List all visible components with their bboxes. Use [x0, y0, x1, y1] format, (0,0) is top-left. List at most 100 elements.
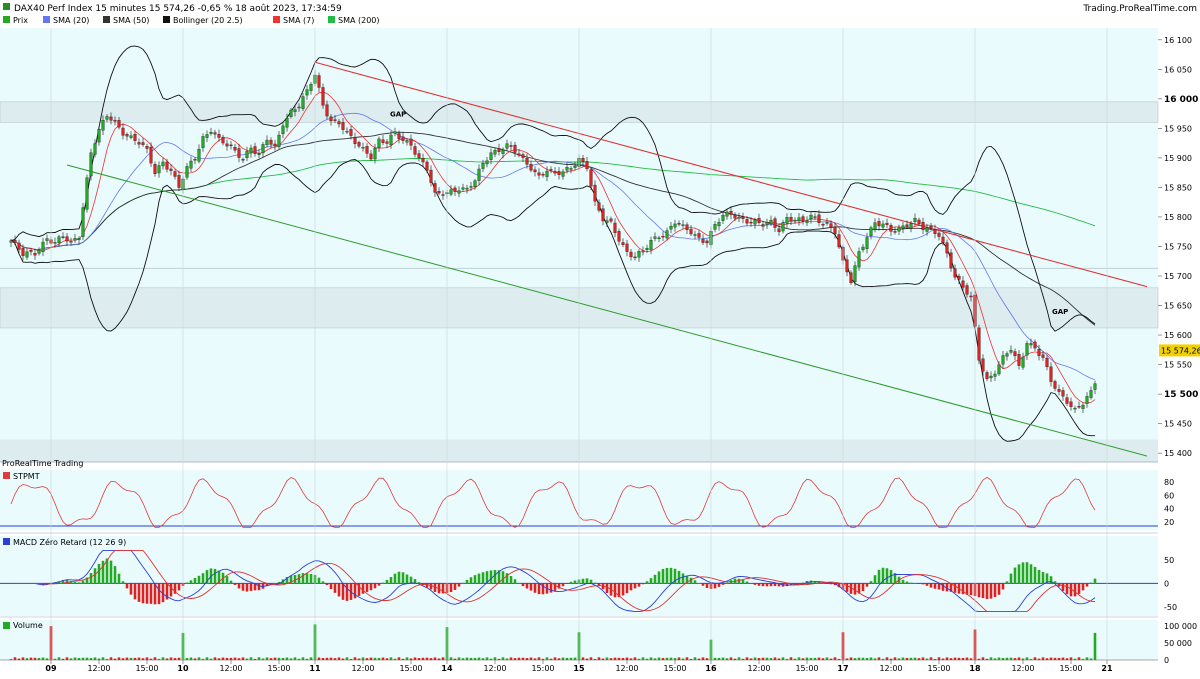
- candle[interactable]: [957, 275, 961, 280]
- candle[interactable]: [949, 252, 953, 269]
- candle[interactable]: [413, 146, 417, 155]
- candle[interactable]: [345, 130, 349, 133]
- candle[interactable]: [397, 133, 401, 139]
- candle[interactable]: [705, 240, 709, 244]
- candle[interactable]: [941, 236, 945, 243]
- candle[interactable]: [713, 224, 717, 230]
- candle[interactable]: [921, 222, 925, 230]
- candle[interactable]: [77, 238, 81, 240]
- candle[interactable]: [557, 171, 561, 175]
- candle[interactable]: [41, 241, 45, 252]
- candle[interactable]: [1049, 366, 1053, 382]
- candle[interactable]: [817, 214, 821, 223]
- candle[interactable]: [905, 224, 909, 227]
- candle[interactable]: [885, 222, 889, 225]
- candle[interactable]: [53, 242, 57, 244]
- candle[interactable]: [657, 237, 661, 240]
- candle[interactable]: [1005, 353, 1009, 357]
- candle[interactable]: [273, 143, 277, 147]
- candle[interactable]: [621, 242, 625, 245]
- candle[interactable]: [205, 134, 209, 138]
- candle[interactable]: [773, 218, 777, 228]
- candle[interactable]: [201, 136, 205, 148]
- candle[interactable]: [469, 186, 473, 188]
- candle[interactable]: [465, 187, 469, 190]
- candle[interactable]: [649, 240, 653, 250]
- candle[interactable]: [985, 372, 989, 379]
- candle[interactable]: [237, 148, 241, 158]
- candle[interactable]: [497, 148, 501, 152]
- candle[interactable]: [297, 106, 301, 109]
- candle[interactable]: [1093, 383, 1097, 390]
- candle[interactable]: [1001, 355, 1005, 365]
- candle[interactable]: [257, 153, 261, 155]
- candle[interactable]: [125, 134, 129, 137]
- candle[interactable]: [89, 152, 93, 177]
- candle[interactable]: [845, 259, 849, 273]
- candle[interactable]: [753, 219, 757, 225]
- candle[interactable]: [217, 134, 221, 138]
- candle[interactable]: [749, 221, 753, 224]
- candle[interactable]: [329, 116, 333, 122]
- candle[interactable]: [733, 214, 737, 219]
- candle[interactable]: [521, 154, 525, 158]
- candle[interactable]: [269, 139, 273, 145]
- candle[interactable]: [893, 231, 897, 233]
- candle[interactable]: [757, 218, 761, 223]
- candle[interactable]: [881, 223, 885, 228]
- candle[interactable]: [349, 129, 353, 136]
- candle[interactable]: [149, 146, 153, 164]
- candle[interactable]: [401, 136, 405, 141]
- candle[interactable]: [241, 159, 245, 161]
- candle[interactable]: [633, 256, 637, 259]
- candle[interactable]: [409, 138, 413, 146]
- candle[interactable]: [653, 236, 657, 239]
- candle[interactable]: [613, 222, 617, 233]
- candle[interactable]: [737, 216, 741, 219]
- candle[interactable]: [293, 109, 297, 112]
- candle[interactable]: [117, 120, 121, 128]
- candle[interactable]: [1065, 397, 1069, 404]
- candle[interactable]: [1025, 343, 1029, 356]
- candle[interactable]: [561, 171, 565, 177]
- candle[interactable]: [605, 220, 609, 223]
- candle[interactable]: [449, 189, 453, 195]
- candle[interactable]: [1085, 396, 1089, 404]
- candle[interactable]: [585, 161, 589, 170]
- candle[interactable]: [97, 129, 101, 143]
- candle[interactable]: [693, 234, 697, 236]
- candle[interactable]: [133, 134, 137, 141]
- candle[interactable]: [357, 142, 361, 147]
- candle[interactable]: [545, 170, 549, 177]
- candle[interactable]: [821, 224, 825, 226]
- candle[interactable]: [701, 238, 705, 243]
- candle[interactable]: [489, 152, 493, 160]
- candle[interactable]: [389, 134, 393, 146]
- candle[interactable]: [73, 238, 77, 241]
- candle[interactable]: [193, 159, 197, 161]
- candle[interactable]: [969, 295, 973, 298]
- candle[interactable]: [245, 151, 249, 159]
- candle[interactable]: [1029, 343, 1033, 346]
- candle[interactable]: [485, 160, 489, 165]
- candle[interactable]: [977, 327, 981, 361]
- candle[interactable]: [189, 160, 193, 169]
- candle[interactable]: [541, 173, 545, 176]
- candle[interactable]: [417, 153, 421, 158]
- price-axis[interactable]: [1158, 28, 1200, 660]
- candle[interactable]: [9, 240, 13, 243]
- candle[interactable]: [57, 236, 61, 243]
- candle[interactable]: [37, 249, 41, 254]
- candle[interactable]: [25, 251, 29, 258]
- candle[interactable]: [525, 158, 529, 165]
- candle[interactable]: [533, 169, 537, 173]
- candle[interactable]: [677, 222, 681, 225]
- candle[interactable]: [261, 144, 265, 154]
- candle[interactable]: [781, 222, 785, 232]
- candle[interactable]: [317, 75, 321, 88]
- candle[interactable]: [1089, 390, 1093, 398]
- candle[interactable]: [981, 358, 985, 372]
- candle[interactable]: [365, 146, 369, 154]
- candle[interactable]: [21, 248, 25, 256]
- candle[interactable]: [337, 121, 341, 125]
